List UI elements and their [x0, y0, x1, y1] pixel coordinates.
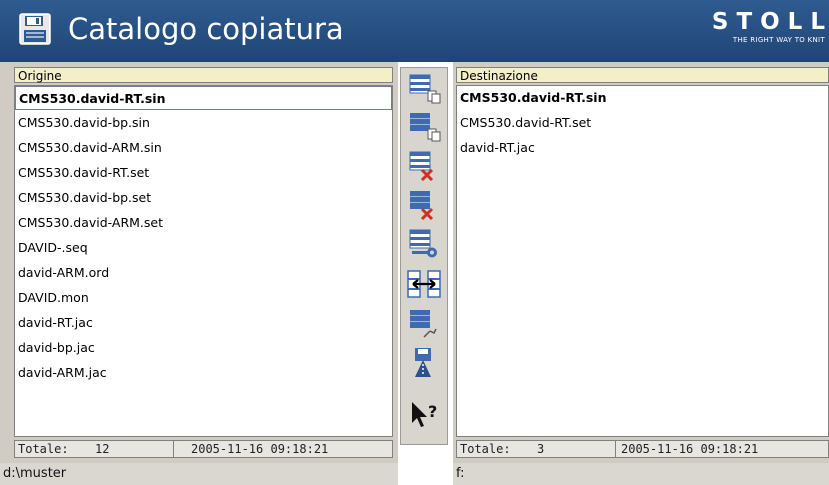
destination-path: f: — [453, 463, 829, 485]
source-total-count: 12 — [95, 442, 110, 456]
help-pointer-icon: ? — [412, 402, 437, 427]
source-path: d:\muster — [0, 463, 398, 485]
edit-list-button[interactable] — [406, 309, 442, 339]
floppy-disk-icon — [19, 13, 51, 45]
copy-all-icon — [410, 113, 441, 142]
copy-all-button[interactable] — [406, 112, 442, 142]
destination-total-label: Totale: — [460, 442, 511, 456]
save-to-disk-button[interactable] — [406, 348, 442, 378]
delete-selected-button[interactable] — [406, 151, 442, 181]
destination-file-item[interactable]: CMS530.david-RT.sin — [457, 86, 828, 110]
source-file-item[interactable]: CMS530.david-ARM.set — [15, 211, 392, 235]
source-file-list[interactable]: CMS530.david-RT.sin CMS530.david-bp.sin … — [14, 85, 393, 437]
source-file-item[interactable]: DAVID-.seq — [15, 236, 392, 260]
source-file-item[interactable]: david-ARM.ord — [15, 261, 392, 285]
source-file-item[interactable]: CMS530.david-bp.set — [15, 186, 392, 210]
source-file-item[interactable]: david-ARM.jac — [15, 361, 392, 385]
source-timestamp: 2005-11-16 09:18:21 — [191, 442, 329, 456]
swap-button[interactable] — [406, 269, 442, 299]
source-file-item[interactable]: david-RT.jac — [15, 311, 392, 335]
stoll-logo: STOLL THE RIGHT WAY TO KNIT — [712, 9, 825, 45]
save-to-disk-icon — [415, 348, 431, 377]
help-button[interactable]: ? — [406, 399, 442, 429]
source-file-item[interactable]: david-bp.jac — [15, 336, 392, 360]
swap-directions-icon — [407, 270, 441, 298]
source-file-item[interactable]: CMS530.david-ARM.sin — [15, 136, 392, 160]
destination-file-list[interactable]: CMS530.david-RT.sin CMS530.david-RT.set … — [456, 85, 829, 437]
svg-text:?: ? — [428, 402, 437, 421]
source-file-item[interactable]: CMS530.david-bp.sin — [15, 111, 392, 135]
delete-all-icon — [410, 191, 434, 220]
copy-selected-button[interactable] — [406, 74, 442, 104]
action-toolbar: ? — [398, 62, 453, 485]
destination-panel: Destinazione CMS530.david-RT.sin CMS530.… — [453, 62, 829, 485]
status-divider — [173, 441, 174, 457]
destination-timestamp: 2005-11-16 09:18:21 — [621, 442, 759, 456]
source-file-item[interactable]: CMS530.david-RT.set — [15, 161, 392, 185]
source-file-item[interactable]: CMS530.david-RT.sin — [15, 86, 392, 110]
copy-selected-icon — [409, 74, 441, 104]
brand-name: STOLL — [711, 9, 829, 35]
source-total-label: Totale: — [18, 442, 69, 456]
destination-status-bar: Totale: 3 2005-11-16 09:18:21 — [456, 440, 829, 458]
destination-file-item[interactable]: CMS530.david-RT.set — [457, 111, 828, 135]
delete-all-button[interactable] — [406, 190, 442, 220]
source-header: Origine — [14, 67, 393, 83]
edit-list-icon — [410, 310, 437, 338]
source-status-bar: Totale: 12 2005-11-16 09:18:21 — [14, 440, 393, 458]
title-bar: Catalogo copiatura STOLL THE RIGHT WAY T… — [0, 0, 829, 62]
key-lock-icon — [409, 229, 437, 258]
brand-tagline: THE RIGHT WAY TO KNIT — [732, 36, 825, 44]
toolbar-frame: ? — [400, 67, 448, 445]
delete-selected-icon — [409, 151, 434, 181]
source-panel: Origine CMS530.david-RT.sin CMS530.david… — [0, 62, 398, 485]
protect-button[interactable] — [406, 229, 442, 259]
destination-file-item[interactable]: david-RT.jac — [457, 136, 828, 160]
destination-header: Destinazione — [456, 67, 829, 83]
window-title: Catalogo copiatura — [68, 12, 344, 46]
status-divider — [615, 441, 616, 457]
destination-total-count: 3 — [537, 442, 545, 456]
source-file-item[interactable]: DAVID.mon — [15, 286, 392, 310]
